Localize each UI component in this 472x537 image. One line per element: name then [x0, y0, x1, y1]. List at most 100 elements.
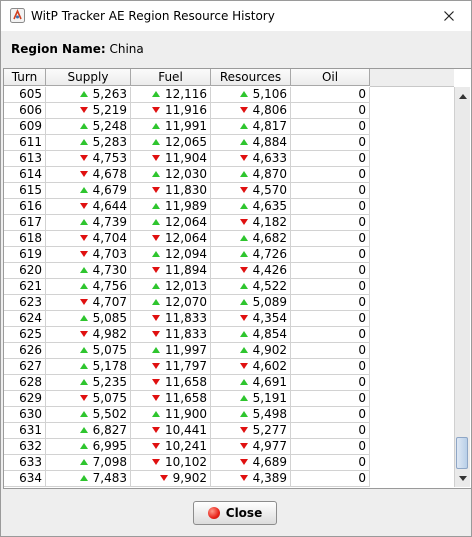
- cell-turn: 611: [4, 135, 46, 151]
- cell-oil: 0: [291, 295, 370, 311]
- table-row[interactable]: 628 5,235 11,658 4,691 0: [4, 375, 370, 391]
- cell-fuel: 11,894: [131, 263, 211, 279]
- header-oil[interactable]: Oil: [291, 69, 370, 86]
- trend-up-icon: [79, 283, 88, 289]
- trend-up-icon: [152, 219, 160, 225]
- cell-fuel-value: 11,916: [165, 103, 207, 117]
- cell-fuel-value: 12,070: [165, 295, 207, 309]
- cell-resources: 4,726: [211, 247, 291, 263]
- cell-fuel-value: 10,441: [165, 423, 207, 437]
- cell-resources-value: 4,633: [252, 151, 287, 165]
- trend-up-icon: [79, 139, 88, 145]
- cell-turn-value: 629: [19, 391, 42, 405]
- cell-resources-value: 4,726: [252, 247, 287, 261]
- cell-fuel-value: 11,997: [165, 343, 207, 357]
- table-row[interactable]: 605 5,263 12,116 5,106 0: [4, 87, 370, 103]
- cell-turn: 633: [4, 455, 46, 471]
- table-row[interactable]: 627 5,178 11,797 4,602 0: [4, 359, 370, 375]
- table-row[interactable]: 631 6,827 10,441 5,277 0: [4, 423, 370, 439]
- region-name-line: Region Name: China: [11, 42, 144, 56]
- table-row[interactable]: 619 4,703 12,094 4,726 0: [4, 247, 370, 263]
- cell-turn-value: 630: [19, 407, 42, 421]
- cell-oil: 0: [291, 423, 370, 439]
- cell-turn-value: 620: [19, 263, 42, 277]
- trend-down-icon: [79, 251, 88, 257]
- table-row[interactable]: 624 5,085 11,833 4,354 0: [4, 311, 370, 327]
- cell-oil: 0: [291, 119, 370, 135]
- table-row[interactable]: 633 7,098 10,102 4,689 0: [4, 455, 370, 471]
- table-row[interactable]: 617 4,739 12,064 4,182 0: [4, 215, 370, 231]
- header-supply[interactable]: Supply: [46, 69, 131, 86]
- cell-resources-value: 4,389: [252, 471, 287, 485]
- cell-oil-value: 0: [358, 87, 366, 101]
- cell-oil: 0: [291, 359, 370, 375]
- cell-turn: 613: [4, 151, 46, 167]
- cell-fuel-value: 11,894: [165, 263, 207, 277]
- cell-supply: 5,502: [46, 407, 131, 423]
- cell-supply-value: 4,704: [92, 231, 127, 245]
- table-row[interactable]: 629 5,075 11,658 5,191 0: [4, 391, 370, 407]
- cell-fuel: 11,904: [131, 151, 211, 167]
- table-row[interactable]: 616 4,644 11,989 4,635 0: [4, 199, 370, 215]
- table-row[interactable]: 621 4,756 12,013 4,522 0: [4, 279, 370, 295]
- header-turn[interactable]: Turn: [4, 69, 46, 86]
- cell-oil-value: 0: [358, 199, 366, 213]
- header-fuel[interactable]: Fuel: [131, 69, 211, 86]
- table-row[interactable]: 615 4,679 11,830 4,570 0: [4, 183, 370, 199]
- cell-turn: 619: [4, 247, 46, 263]
- trend-up-icon: [79, 427, 88, 433]
- cell-resources-value: 5,089: [252, 295, 287, 309]
- cell-supply-value: 4,707: [92, 295, 127, 309]
- table-row[interactable]: 613 4,753 11,904 4,633 0: [4, 151, 370, 167]
- cell-turn: 634: [4, 471, 46, 487]
- trend-up-icon: [79, 363, 88, 369]
- cell-oil-value: 0: [358, 343, 366, 357]
- trend-down-icon: [239, 475, 248, 481]
- scroll-thumb[interactable]: [456, 437, 468, 469]
- cell-fuel-value: 12,064: [165, 215, 207, 229]
- cell-turn: 624: [4, 311, 46, 327]
- table-row[interactable]: 618 4,704 12,064 4,682 0: [4, 231, 370, 247]
- header-resources[interactable]: Resources: [211, 69, 291, 86]
- cell-oil-value: 0: [358, 167, 366, 181]
- trend-down-icon: [152, 363, 160, 369]
- table-row[interactable]: 634 7,483 9,902 4,389 0: [4, 471, 370, 487]
- trend-up-icon: [239, 347, 248, 353]
- scroll-up-button[interactable]: [455, 89, 470, 104]
- cell-supply: 7,483: [46, 471, 131, 487]
- cell-fuel: 12,064: [131, 231, 211, 247]
- vertical-scrollbar[interactable]: [454, 87, 470, 487]
- cell-supply: 5,248: [46, 119, 131, 135]
- close-icon: [444, 11, 454, 21]
- close-button[interactable]: Close: [193, 501, 277, 525]
- cell-oil-value: 0: [358, 455, 366, 469]
- table-row[interactable]: 630 5,502 11,900 5,498 0: [4, 407, 370, 423]
- table-row[interactable]: 625 4,982 11,833 4,854 0: [4, 327, 370, 343]
- table-row[interactable]: 611 5,283 12,065 4,884 0: [4, 135, 370, 151]
- cell-oil-value: 0: [358, 279, 366, 293]
- cell-resources-value: 4,182: [252, 215, 287, 229]
- table-row[interactable]: 614 4,678 12,030 4,870 0: [4, 167, 370, 183]
- cell-turn-value: 616: [19, 199, 42, 213]
- trend-down-icon: [239, 315, 248, 321]
- header-filler: [370, 69, 454, 87]
- cell-oil: 0: [291, 87, 370, 103]
- trend-up-icon: [152, 299, 160, 305]
- cell-oil: 0: [291, 343, 370, 359]
- cell-oil-value: 0: [358, 247, 366, 261]
- window-close-button[interactable]: [431, 3, 467, 29]
- table-row[interactable]: 623 4,707 12,070 5,089 0: [4, 295, 370, 311]
- cell-resources: 4,682: [211, 231, 291, 247]
- cell-supply: 4,703: [46, 247, 131, 263]
- scroll-down-button[interactable]: [455, 471, 470, 486]
- cell-oil-value: 0: [358, 375, 366, 389]
- table-row[interactable]: 632 6,995 10,241 4,977 0: [4, 439, 370, 455]
- cell-supply-value: 5,263: [92, 87, 127, 101]
- table-row[interactable]: 609 5,248 11,991 4,817 0: [4, 119, 370, 135]
- table-row[interactable]: 606 5,219 11,916 4,806 0: [4, 103, 370, 119]
- cell-fuel-value: 12,013: [165, 279, 207, 293]
- table-row[interactable]: 620 4,730 11,894 4,426 0: [4, 263, 370, 279]
- trend-up-icon: [79, 411, 88, 417]
- table-row[interactable]: 626 5,075 11,997 4,902 0: [4, 343, 370, 359]
- trend-up-icon: [152, 251, 160, 257]
